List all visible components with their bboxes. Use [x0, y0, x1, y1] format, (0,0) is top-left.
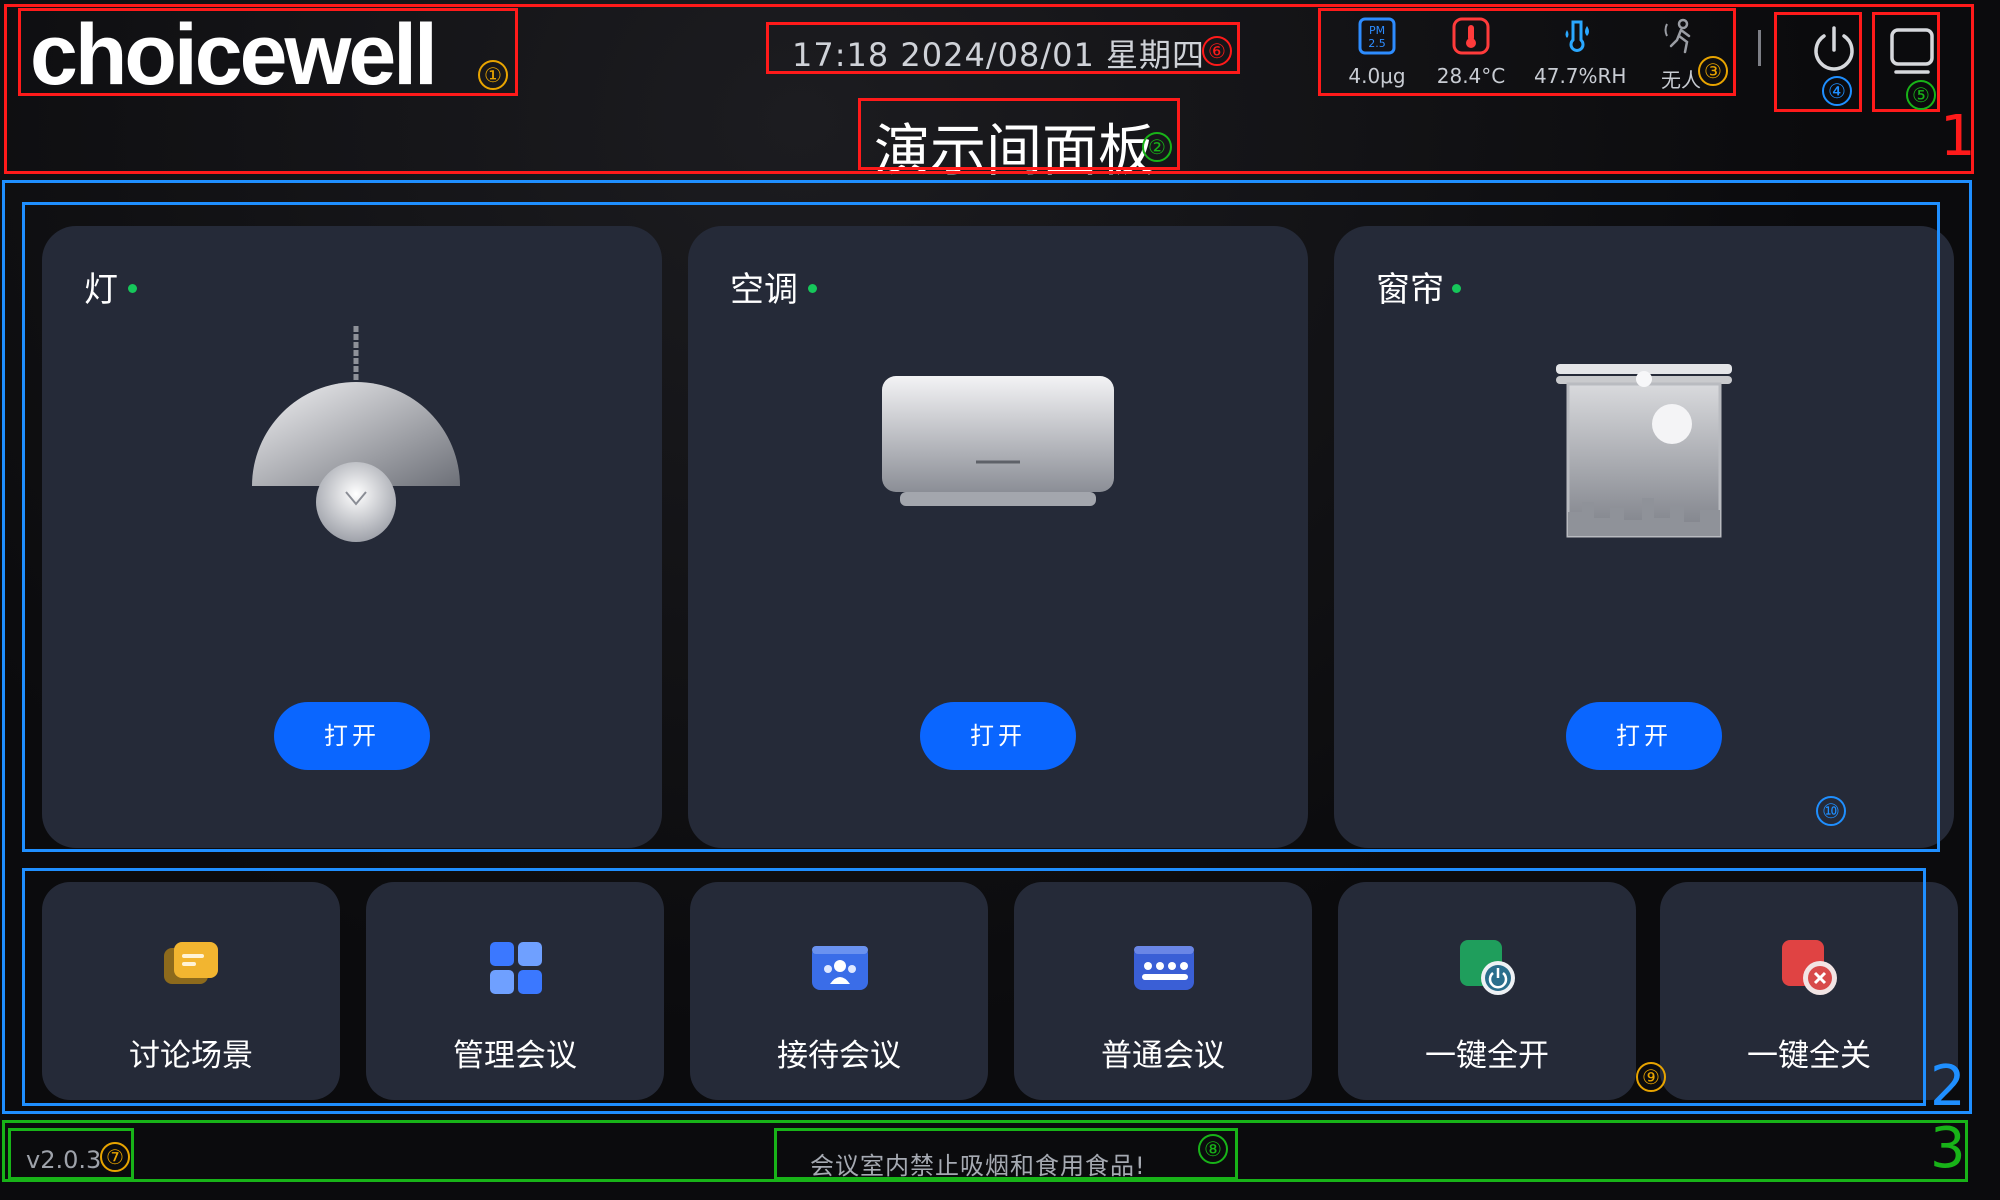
section-number-3: 3 — [1930, 1116, 1966, 1181]
group-icon — [812, 946, 868, 990]
sensor-pm25: PM 2.5 4.0μg — [1332, 16, 1422, 88]
screen-icon — [1890, 28, 1934, 74]
scene-label: 一键全开 — [1425, 1038, 1549, 1074]
marker-10: ⑩ — [1816, 796, 1846, 826]
power-button[interactable] — [1806, 22, 1862, 78]
occupancy-icon — [1664, 18, 1691, 54]
scene-discussion[interactable]: 讨论场景 — [42, 882, 340, 1100]
scene-label: 讨论场景 — [129, 1038, 253, 1074]
sensor-humidity: 47.7%RH — [1534, 16, 1627, 88]
version-label: v2.0.3 — [26, 1146, 102, 1174]
device-card-ac[interactable]: 空调 打开 — [688, 226, 1308, 848]
marker-4: ④ — [1822, 76, 1852, 106]
brand-logo: choicewell — [30, 7, 438, 103]
section-number-1: 1 — [1940, 104, 1976, 169]
svg-text:PM: PM — [1369, 24, 1385, 37]
pm25-value: 4.0μg — [1348, 64, 1406, 88]
all-off-icon — [1782, 940, 1837, 995]
marker-1: ① — [478, 60, 508, 90]
marker-8: ⑧ — [1198, 1134, 1228, 1164]
marker-5: ⑤ — [1906, 80, 1936, 110]
device-name: 窗帘 — [1376, 270, 1444, 310]
power-icon — [1814, 26, 1854, 71]
svg-text:2.5: 2.5 — [1368, 37, 1386, 50]
scene-all-on[interactable]: 一键全开 — [1338, 882, 1636, 1100]
air-conditioner-icon — [882, 376, 1114, 506]
status-dot — [128, 284, 137, 293]
device-name: 灯 — [84, 270, 118, 310]
scene-reception-meeting[interactable]: 接待会议 — [690, 882, 988, 1100]
device-card-light[interactable]: 灯 打开 — [42, 226, 662, 848]
open-curtain-button[interactable]: 打开 — [1566, 702, 1722, 770]
scene-label: 普通会议 — [1101, 1038, 1225, 1074]
team-icon — [1134, 946, 1194, 990]
pm25-icon: PM 2.5 — [1358, 17, 1396, 55]
open-light-button[interactable]: 打开 — [274, 702, 430, 770]
status-dot — [1452, 284, 1461, 293]
status-dot — [808, 284, 817, 293]
scene-label: 接待会议 — [777, 1038, 901, 1074]
humidity-icon — [1565, 20, 1589, 52]
device-name: 空调 — [730, 270, 798, 310]
marker-3: ③ — [1698, 56, 1728, 86]
scene-label: 一键全关 — [1747, 1038, 1871, 1074]
scene-management-meeting[interactable]: 管理会议 — [366, 882, 664, 1100]
notice-banner: 会议室内禁止吸烟和食用食品! — [810, 1152, 1146, 1180]
device-card-curtain[interactable]: 窗帘 打开 — [1334, 226, 1954, 848]
thermometer-icon — [1452, 17, 1490, 55]
chat-icon — [164, 942, 218, 984]
marker-9: ⑨ — [1636, 1062, 1666, 1092]
pendant-lamp-icon — [252, 326, 460, 542]
screen-button[interactable] — [1886, 24, 1938, 76]
sensor-temperature: 28.4°C — [1426, 16, 1516, 88]
humidity-value: 47.7%RH — [1534, 64, 1627, 88]
curtain-icon — [1556, 364, 1732, 538]
marker-7: ⑦ — [100, 1142, 130, 1172]
header-divider — [1758, 30, 1761, 66]
temperature-value: 28.4°C — [1436, 64, 1506, 88]
scene-label: 管理会议 — [453, 1038, 577, 1074]
scene-all-off[interactable]: 一键全关 — [1660, 882, 1958, 1100]
page-title: 演示间面板 — [874, 119, 1154, 184]
section-number-2: 2 — [1930, 1054, 1966, 1119]
marker-2: ② — [1142, 132, 1172, 162]
open-ac-button[interactable]: 打开 — [920, 702, 1076, 770]
all-on-icon — [1460, 940, 1515, 995]
marker-6: ⑥ — [1202, 36, 1232, 66]
grid-icon — [490, 942, 542, 994]
datetime-display: 17:18 2024/08/01 星期四 — [792, 36, 1206, 74]
scene-normal-meeting[interactable]: 普通会议 — [1014, 882, 1312, 1100]
